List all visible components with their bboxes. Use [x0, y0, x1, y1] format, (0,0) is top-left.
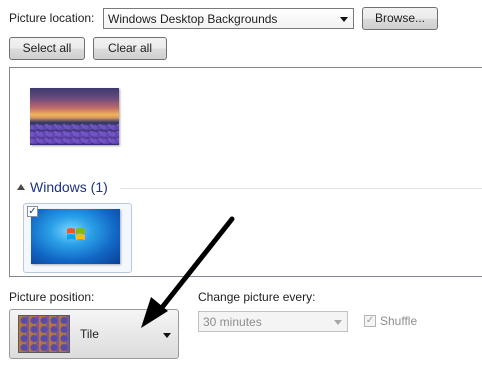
desktop-background-settings: Picture location: Windows Desktop Backgr…: [0, 0, 482, 375]
arrow-shaft: [157, 216, 235, 313]
annotation-arrow: [141, 216, 235, 328]
